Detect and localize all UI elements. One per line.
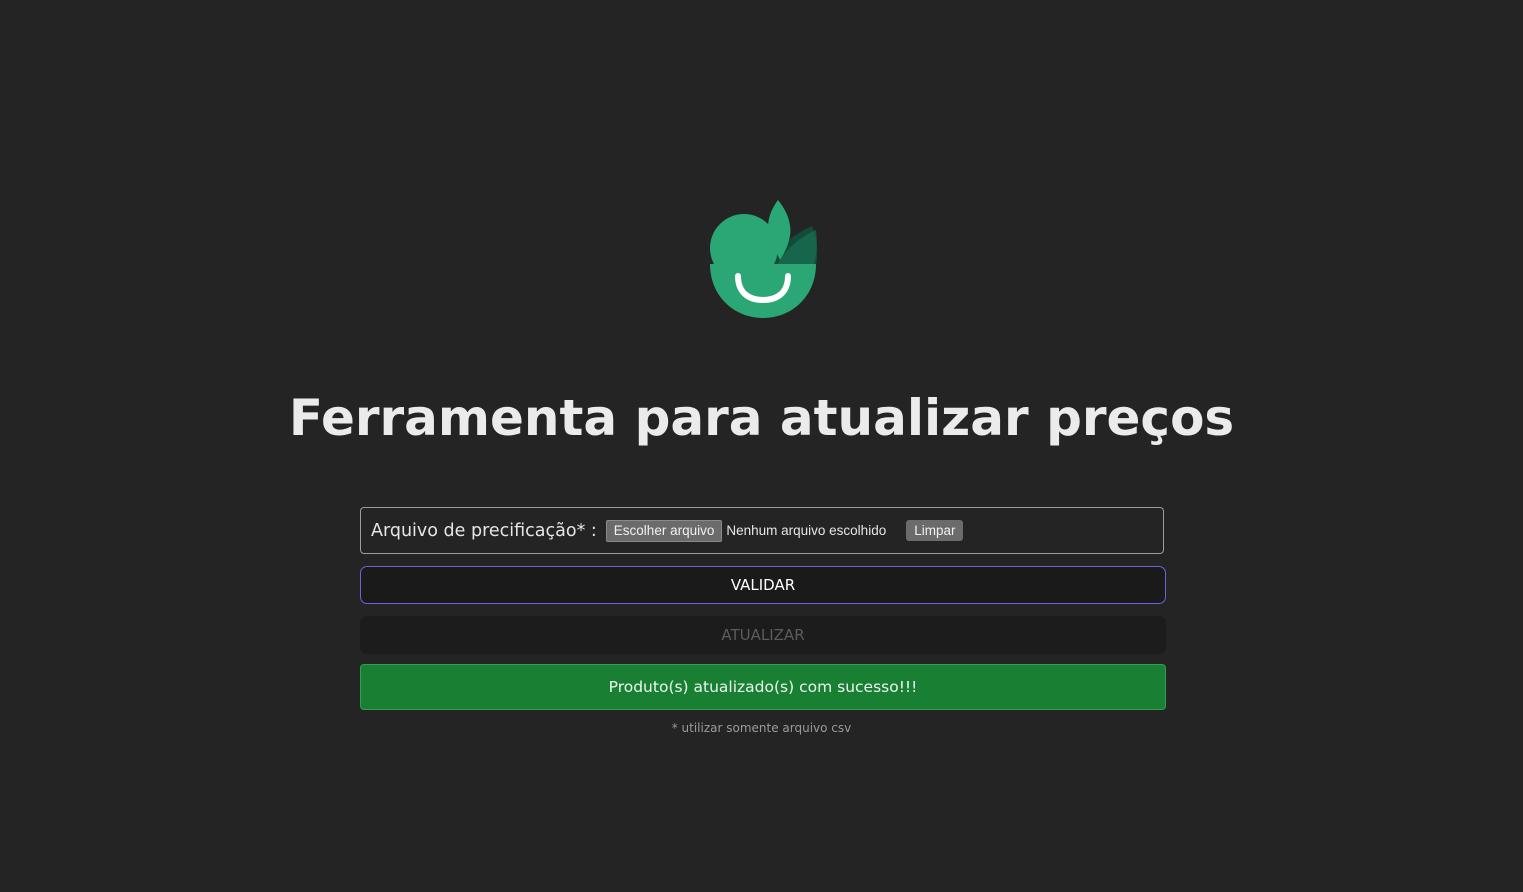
price-update-page: Ferramenta para atualizar preços Arquivo… (0, 0, 1523, 892)
file-input-group: Arquivo de precificação* : Escolher arqu… (360, 507, 1164, 554)
choose-file-button[interactable]: Escolher arquivo (605, 519, 723, 542)
file-status-text: Nenhum arquivo escolhido (726, 523, 887, 538)
success-alert: Produto(s) atualizado(s) com sucesso!!! (360, 664, 1166, 710)
leaf-bowl-smile-logo (710, 200, 818, 318)
validate-button[interactable]: VALIDAR (360, 566, 1166, 604)
file-input-label: Arquivo de precificação* : (371, 520, 597, 541)
clear-file-button[interactable]: Limpar (906, 520, 964, 541)
update-button[interactable]: ATUALIZAR (360, 616, 1166, 654)
csv-footnote: * utilizar somente arquivo csv (671, 721, 852, 735)
page-title: Ferramenta para atualizar preços (288, 389, 1235, 447)
logo-bowl (710, 264, 816, 318)
